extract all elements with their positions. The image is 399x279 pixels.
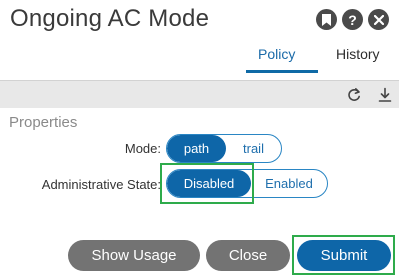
tab-policy[interactable]: Policy [258, 46, 295, 62]
mode-label: Mode: [124, 141, 161, 156]
show-usage-button[interactable]: Show Usage [68, 240, 200, 271]
admin-state-toggle: Disabled Enabled [166, 169, 328, 198]
submit-button[interactable]: Submit [297, 240, 391, 271]
tab-bar: Policy History [0, 44, 399, 74]
download-icon[interactable] [377, 87, 393, 103]
dialog-title: Ongoing AC Mode [10, 5, 210, 32]
close-button[interactable]: Close [206, 240, 290, 271]
admin-state-option-disabled[interactable]: Disabled [167, 170, 251, 197]
bookmark-icon[interactable] [316, 9, 337, 30]
refresh-icon[interactable] [346, 87, 362, 103]
admin-state-label: Administrative State: [41, 177, 161, 192]
mode-toggle: path trail [166, 134, 282, 163]
active-tab-indicator [246, 70, 318, 73]
admin-state-option-enabled[interactable]: Enabled [251, 170, 327, 197]
mode-option-path[interactable]: path [167, 135, 226, 162]
header-actions: ? [316, 9, 389, 30]
toolbar [0, 80, 399, 108]
mode-option-trail[interactable]: trail [226, 135, 281, 162]
close-icon[interactable] [368, 9, 389, 30]
tab-history[interactable]: History [336, 46, 380, 62]
help-icon[interactable]: ? [342, 9, 363, 30]
properties-section-title: Properties [9, 114, 78, 131]
